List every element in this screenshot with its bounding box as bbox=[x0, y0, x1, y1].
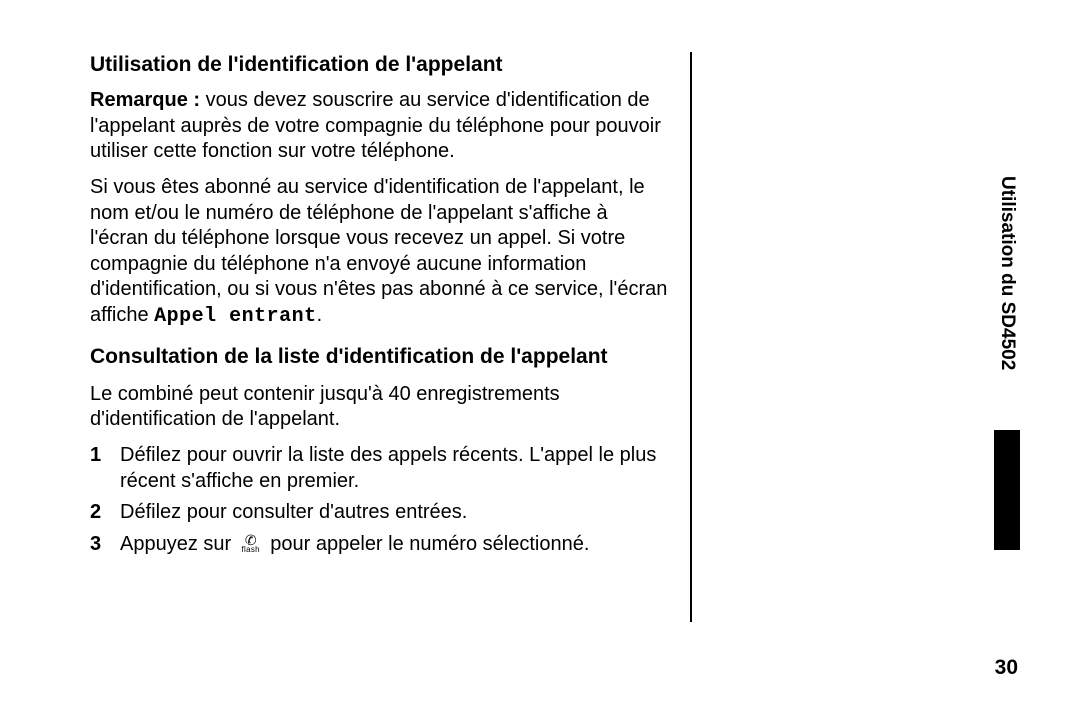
para2-post: . bbox=[317, 304, 323, 326]
step-text-pre: Appuyez sur bbox=[120, 533, 237, 555]
instruction-steps: 1 Défilez pour ouvrir la liste des appel… bbox=[90, 443, 670, 557]
step-number: 3 bbox=[90, 532, 101, 558]
step-1: 1 Défilez pour ouvrir la liste des appel… bbox=[90, 443, 670, 494]
vertical-divider bbox=[690, 52, 692, 622]
flash-key-icon: ✆flash bbox=[237, 535, 265, 555]
screen-text-incoming-call: Appel entrant bbox=[154, 305, 317, 328]
chapter-tab-label: Utilisation du SD4502 bbox=[996, 176, 1018, 370]
step-text: Défilez pour ouvrir la liste des appels … bbox=[120, 444, 656, 492]
chapter-tab: Utilisation du SD4502 bbox=[994, 176, 1020, 556]
step-number: 1 bbox=[90, 443, 101, 469]
step-text-post: pour appeler le numéro sélectionné. bbox=[265, 533, 590, 555]
heading-caller-id-list: Consultation de la liste d'identificatio… bbox=[90, 344, 670, 370]
page-content: Utilisation de l'identification de l'app… bbox=[90, 52, 670, 563]
caller-id-description: Si vous êtes abonné au service d'identif… bbox=[90, 175, 670, 330]
page-number: 30 bbox=[995, 656, 1018, 680]
heading-caller-id-usage: Utilisation de l'identification de l'app… bbox=[90, 52, 670, 78]
step-number: 2 bbox=[90, 500, 101, 526]
note-label: Remarque : bbox=[90, 89, 200, 111]
list-capacity-text: Le combiné peut contenir jusqu'à 40 enre… bbox=[90, 382, 670, 433]
note-paragraph: Remarque : vous devez souscrire au servi… bbox=[90, 88, 670, 165]
step-3: 3 Appuyez sur ✆flash pour appeler le num… bbox=[90, 532, 670, 558]
para2-pre: Si vous êtes abonné au service d'identif… bbox=[90, 176, 667, 326]
step-2: 2 Défilez pour consulter d'autres entrée… bbox=[90, 500, 670, 526]
flash-icon-label: flash bbox=[237, 546, 265, 554]
step-text: Défilez pour consulter d'autres entrées. bbox=[120, 501, 467, 523]
chapter-tab-marker bbox=[994, 430, 1020, 550]
